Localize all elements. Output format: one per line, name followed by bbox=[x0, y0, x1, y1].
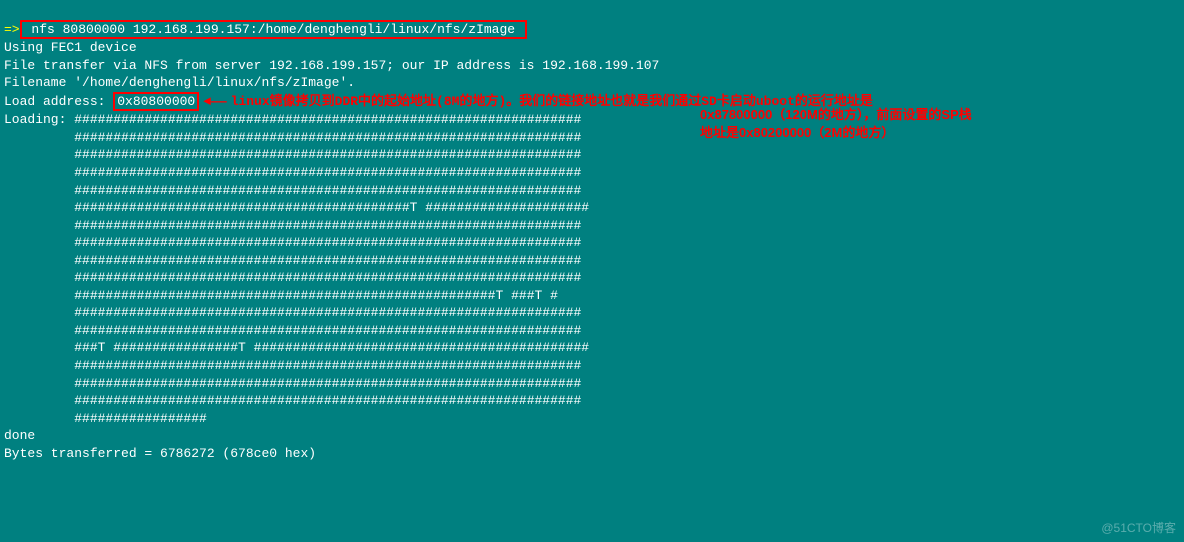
progress-row: ########################################… bbox=[74, 130, 581, 145]
output-line-device: Using FEC1 device bbox=[4, 40, 137, 55]
terminal-output: => nfs 80800000 192.168.199.157:/home/de… bbox=[0, 0, 1184, 464]
annotation-text-3: 地址是0x80200000（2M的地方） bbox=[700, 124, 1170, 142]
arrow-icon: ◄—— bbox=[203, 94, 226, 109]
progress-row: ########################################… bbox=[74, 165, 581, 180]
progress-row: ########################################… bbox=[74, 323, 581, 338]
progress-row: ########################################… bbox=[74, 235, 581, 250]
progress-row: ########################################… bbox=[74, 200, 589, 215]
progress-row: ###T ################T #################… bbox=[74, 340, 589, 355]
progress-row: ################# bbox=[74, 411, 207, 426]
output-line-filename: Filename '/home/denghengli/linux/nfs/zIm… bbox=[4, 75, 355, 90]
bytes-line: Bytes transferred = 6786272 (678ce0 hex) bbox=[4, 446, 316, 461]
output-line-transfer: File transfer via NFS from server 192.16… bbox=[4, 58, 659, 73]
progress-row: ########################################… bbox=[74, 147, 581, 162]
progress-row: ########################################… bbox=[74, 376, 581, 391]
progress-row: ########################################… bbox=[74, 253, 581, 268]
prompt: => bbox=[4, 22, 20, 37]
annotation-text-2: 0x87800000（120M的地方），前面设置的SP栈 bbox=[700, 106, 1170, 124]
progress-row: ########################################… bbox=[74, 393, 581, 408]
progress-row: ########################################… bbox=[74, 358, 581, 373]
loading-label: Loading: bbox=[4, 112, 66, 127]
progress-row: ########################################… bbox=[74, 270, 581, 285]
progress-row: ########################################… bbox=[74, 183, 581, 198]
load-address-label: Load address: bbox=[4, 94, 113, 109]
load-address-value: 0x80800000 bbox=[113, 92, 199, 112]
watermark: @51CTO博客 bbox=[1101, 520, 1176, 536]
command-highlight: nfs 80800000 192.168.199.157:/home/dengh… bbox=[20, 20, 527, 40]
progress-row: ########################################… bbox=[74, 218, 581, 233]
progress-row: ########################################… bbox=[74, 288, 558, 303]
progress-row: ########################################… bbox=[74, 112, 581, 127]
progress-row: ########################################… bbox=[74, 305, 581, 320]
done-line: done bbox=[4, 428, 35, 443]
